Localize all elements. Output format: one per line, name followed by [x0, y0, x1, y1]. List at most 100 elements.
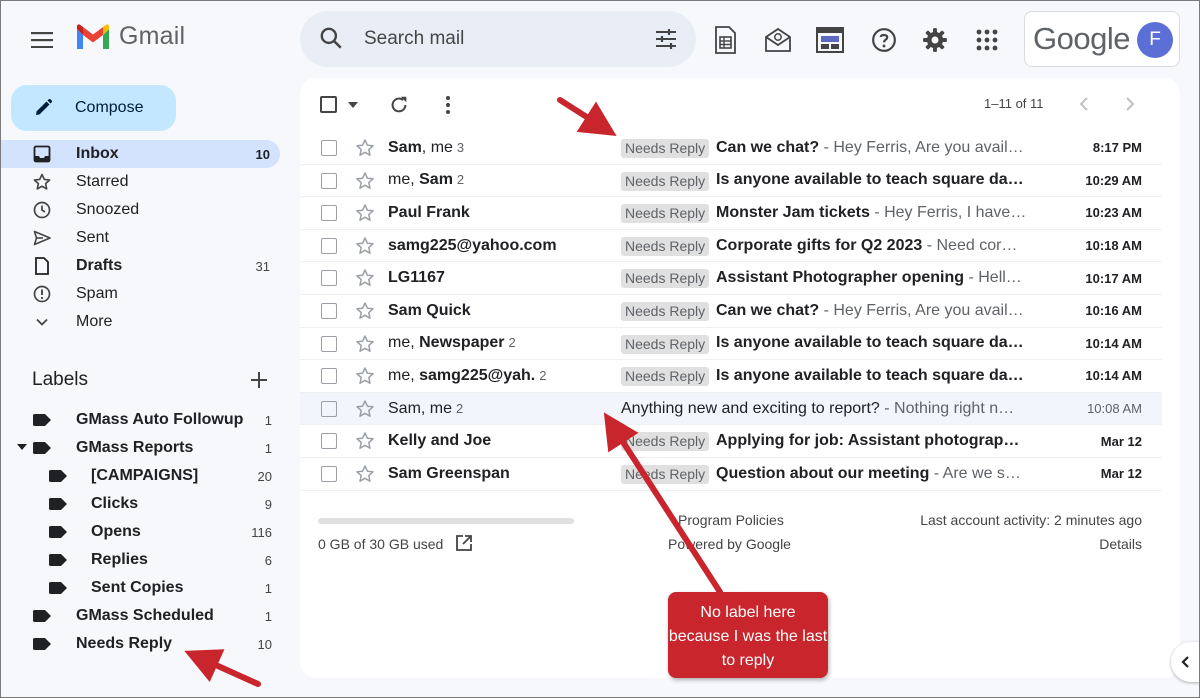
- row-checkbox[interactable]: [321, 368, 337, 385]
- label-item[interactable]: Opens 116: [0, 518, 282, 546]
- annotation-callout: No label here because I was the last to …: [668, 592, 828, 678]
- row-checkbox[interactable]: [321, 140, 337, 156]
- star-icon[interactable]: [355, 138, 375, 158]
- layout-addon-button[interactable]: [810, 20, 850, 60]
- sidebar-item-starred[interactable]: Starred: [0, 168, 280, 196]
- row-checkbox[interactable]: [321, 465, 337, 482]
- row-checkbox[interactable]: [321, 172, 337, 189]
- star-icon[interactable]: [355, 399, 375, 419]
- email-time: 10:16 AM: [1085, 303, 1142, 319]
- sidebar-item-sent[interactable]: Sent: [0, 224, 280, 252]
- add-label-icon[interactable]: [248, 369, 270, 391]
- sheet-addon-button[interactable]: [705, 20, 745, 60]
- next-page-icon[interactable]: [1120, 94, 1140, 114]
- open-in-new-icon[interactable]: [455, 534, 473, 552]
- search-options-icon[interactable]: [654, 27, 678, 51]
- account-switcher[interactable]: Google F: [1024, 11, 1180, 67]
- star-icon[interactable]: [355, 171, 375, 191]
- email-row[interactable]: Paul Frank Needs Reply Monster Jam tickets…: [300, 197, 1162, 230]
- label-tag-icon: [49, 554, 67, 566]
- label-item[interactable]: Clicks 9: [0, 490, 282, 518]
- label-item[interactable]: Replies 6: [0, 546, 282, 574]
- mail-addon-button[interactable]: [758, 20, 798, 60]
- search-input[interactable]: [364, 23, 634, 55]
- avatar[interactable]: F: [1137, 22, 1173, 58]
- star-icon[interactable]: [355, 431, 375, 451]
- sidebar-item-spam[interactable]: Spam: [0, 280, 280, 308]
- row-checkbox[interactable]: [321, 205, 337, 222]
- label-chip[interactable]: Needs Reply: [621, 367, 710, 387]
- row-checkbox[interactable]: [321, 237, 337, 254]
- email-sender: Kelly and Joe: [388, 432, 491, 450]
- email-row[interactable]: Sam, me 2 Anything new and exciting to rep…: [300, 392, 1162, 426]
- select-menu-caret-icon[interactable]: [348, 102, 358, 108]
- label-item[interactable]: GMass Reports 1: [0, 434, 282, 462]
- star-icon[interactable]: [355, 464, 375, 484]
- star-icon[interactable]: [355, 366, 375, 386]
- sidebar-item-label: More: [76, 313, 113, 330]
- label-item[interactable]: [CAMPAIGNS] 20: [0, 462, 282, 490]
- gmail-logo[interactable]: Gmail: [75, 22, 185, 51]
- details-link[interactable]: Details: [1099, 536, 1142, 552]
- label-item[interactable]: GMass Auto Followup 1: [0, 406, 282, 434]
- label-item[interactable]: Sent Copies 1: [0, 574, 282, 602]
- refresh-icon[interactable]: [388, 94, 410, 116]
- email-row[interactable]: Kelly and Joe Needs Reply Applying for job…: [300, 425, 1162, 458]
- compose-button[interactable]: Compose: [11, 85, 176, 131]
- label-count: 6: [264, 552, 272, 568]
- sidebar-item-drafts[interactable]: Drafts 31: [0, 252, 280, 280]
- star-icon[interactable]: [355, 236, 375, 256]
- apps-button[interactable]: [967, 20, 1007, 60]
- sidebar-item-more[interactable]: More: [0, 308, 280, 336]
- label-chip[interactable]: Needs Reply: [621, 269, 710, 289]
- star-icon[interactable]: [355, 203, 375, 223]
- search-icon[interactable]: [318, 25, 344, 51]
- email-row[interactable]: LG1167 Needs Reply Assistant Photographer …: [300, 262, 1162, 295]
- star-icon[interactable]: [355, 268, 375, 288]
- row-checkbox[interactable]: [321, 270, 337, 287]
- label-chip[interactable]: Needs Reply: [621, 432, 710, 452]
- email-row[interactable]: Sam Quick Needs Reply Can we chat? - Hey F…: [300, 294, 1162, 328]
- label-chip[interactable]: Needs Reply: [621, 139, 710, 158]
- row-checkbox[interactable]: [321, 400, 337, 417]
- more-options-icon[interactable]: [438, 94, 458, 116]
- email-row[interactable]: me, Sam 2 Needs Reply Is anyone available t…: [300, 164, 1162, 198]
- label-name: Clicks: [91, 495, 139, 512]
- main-menu-button[interactable]: [22, 20, 62, 60]
- storage-text: 0 GB of 30 GB used: [318, 536, 444, 552]
- select-all-checkbox[interactable]: [320, 96, 337, 113]
- program-policies-link[interactable]: Program Policies: [678, 512, 784, 528]
- expand-caret-icon[interactable]: [17, 443, 27, 451]
- help-icon: [872, 28, 896, 52]
- row-checkbox[interactable]: [321, 335, 337, 352]
- star-icon[interactable]: [355, 301, 375, 321]
- label-chip[interactable]: Needs Reply: [621, 464, 710, 484]
- settings-button[interactable]: [915, 20, 955, 60]
- row-checkbox[interactable]: [321, 302, 337, 319]
- sender-name: Sam Quick: [388, 301, 471, 319]
- label-chip[interactable]: Needs Reply: [621, 171, 710, 191]
- label-chip[interactable]: Needs Reply: [621, 334, 710, 354]
- row-checkbox[interactable]: [321, 433, 337, 450]
- label-chip[interactable]: Needs Reply: [621, 204, 710, 224]
- star-icon[interactable]: [355, 334, 375, 354]
- sidebar-item-label: Starred: [76, 173, 129, 190]
- label-chip[interactable]: Needs Reply: [621, 236, 710, 256]
- side-panel-toggle[interactable]: [1171, 642, 1200, 682]
- previous-page-icon[interactable]: [1074, 94, 1094, 114]
- email-time: 10:17 AM: [1085, 270, 1142, 286]
- label-count: 1: [264, 412, 272, 428]
- sidebar-item-inbox[interactable]: Inbox 10: [0, 140, 280, 168]
- sidebar-item-snoozed[interactable]: Snoozed: [0, 196, 280, 224]
- email-row[interactable]: samg225@yahoo.com Needs Reply Corporate gi…: [300, 229, 1162, 263]
- email-row[interactable]: me, samg225@yah. 2 Needs Reply Is anyone av…: [300, 360, 1162, 393]
- pagination-text: 1–11 of 11: [984, 96, 1044, 111]
- email-row[interactable]: Sam Greenspan Needs Reply Question about o…: [300, 457, 1162, 491]
- label-chip[interactable]: Needs Reply: [621, 301, 710, 321]
- sender-name: Sam, me: [388, 399, 453, 417]
- label-item[interactable]: Needs Reply 10: [0, 630, 282, 658]
- help-button[interactable]: [864, 20, 904, 60]
- email-row[interactable]: me, Newspaper 2 Needs Reply Is anyone avail…: [300, 327, 1162, 361]
- email-row[interactable]: Sam, me 3 Needs Reply Can we chat? - Hey Fe…: [300, 132, 1162, 165]
- label-item[interactable]: GMass Scheduled 1: [0, 602, 282, 630]
